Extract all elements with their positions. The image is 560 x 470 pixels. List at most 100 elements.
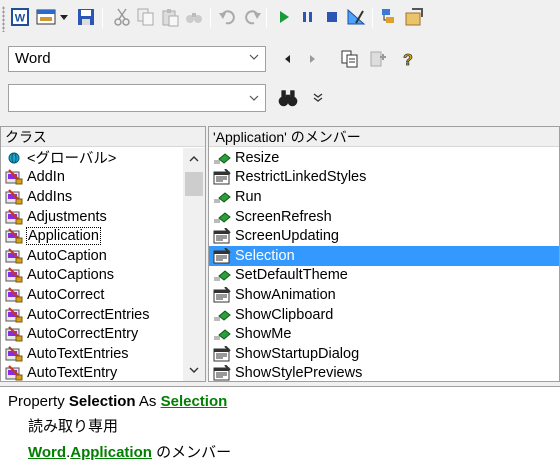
right-arrow-icon — [310, 55, 315, 63]
dropdown-arrow-icon[interactable] — [56, 5, 72, 29]
toggle-search-results-button[interactable] — [308, 88, 328, 108]
member-item[interactable]: Resize — [209, 148, 559, 168]
class-item[interactable]: AutoCaption — [1, 246, 181, 266]
class-item-label: AddIns — [27, 188, 73, 205]
globe-icon — [8, 152, 20, 164]
find-icon[interactable] — [182, 5, 206, 29]
class-item[interactable]: <グローバル> — [1, 148, 181, 168]
copy-to-clipboard-button[interactable] — [338, 47, 362, 71]
scroll-down-button[interactable] — [183, 361, 205, 379]
cut-icon[interactable] — [110, 5, 134, 29]
member-kind: Property — [8, 393, 65, 410]
copy-icon[interactable] — [134, 5, 158, 29]
property-icon — [213, 286, 231, 303]
scroll-up-button[interactable] — [183, 150, 205, 168]
search-button[interactable] — [276, 86, 300, 110]
method-icon — [214, 211, 231, 223]
class-item-label: Application — [26, 227, 101, 246]
member-item[interactable]: Run — [209, 187, 559, 207]
member-of-line: Word.Application のメンバー — [28, 441, 231, 462]
class-icon — [5, 189, 23, 205]
member-item[interactable]: ScreenRefresh — [209, 207, 559, 227]
back-button[interactable] — [278, 48, 298, 70]
classes-pane: クラス <グローバル> AddIn AddIns Adjustments Applica… — [0, 126, 206, 382]
member-item-label: ShowClipboard — [235, 306, 334, 323]
chevron-down-icon — [189, 367, 199, 373]
word-icon[interactable]: W — [8, 5, 32, 29]
class-item[interactable]: AddIn — [1, 168, 181, 188]
definition-icon — [370, 51, 386, 67]
class-icon — [5, 247, 23, 264]
property-icon — [213, 169, 231, 185]
member-item-label: SetDefaultTheme — [235, 267, 348, 284]
redo-icon[interactable] — [240, 5, 264, 29]
save-icon[interactable] — [74, 5, 98, 29]
member-signature: Property Selection As Selection — [8, 393, 227, 410]
view-object-icon[interactable] — [34, 5, 58, 29]
paste-icon[interactable] — [158, 5, 182, 29]
property-icon — [213, 345, 231, 362]
help-button[interactable]: ? — [396, 47, 420, 71]
class-item[interactable]: AutoCorrectEntries — [1, 305, 181, 325]
chevron-down-icon — [249, 54, 259, 60]
classes-scrollbar[interactable] — [183, 148, 205, 381]
class-item-label: AutoCaptions — [27, 267, 115, 284]
type-link[interactable]: Selection — [161, 393, 228, 410]
class-item-label: Adjustments — [27, 208, 107, 225]
member-item[interactable]: ShowStylePreviews — [209, 364, 559, 382]
class-item-label: <グローバル> — [27, 151, 117, 168]
reset-icon[interactable] — [320, 5, 344, 29]
class-icon — [5, 169, 23, 185]
class-item[interactable]: AutoCorrect — [1, 285, 181, 305]
member-item-label: Run — [235, 188, 262, 205]
library-link[interactable]: Word — [28, 444, 66, 461]
project-explorer-icon[interactable] — [378, 5, 402, 29]
member-item-label: Selection — [235, 247, 295, 264]
forward-button[interactable] — [302, 48, 322, 70]
members-header: 'Application' のメンバー — [209, 127, 559, 147]
class-item-label: AutoCorrectEntries — [27, 306, 150, 323]
class-icon — [5, 306, 23, 323]
library-combo[interactable]: Word — [8, 46, 266, 72]
properties-icon[interactable] — [402, 5, 426, 29]
class-item[interactable]: AutoTextEntries — [1, 344, 181, 364]
class-icon — [5, 345, 23, 362]
double-chevron-down-icon — [313, 93, 323, 102]
undo-icon[interactable] — [216, 5, 240, 29]
class-icon — [5, 365, 23, 381]
members-pane: 'Application' のメンバー Resize RestrictLinked… — [208, 126, 560, 382]
view-definition-button[interactable] — [366, 47, 390, 71]
class-item[interactable]: AutoTextEntry — [1, 364, 181, 381]
break-icon[interactable] — [296, 5, 320, 29]
scroll-thumb[interactable] — [185, 172, 203, 196]
class-item[interactable]: Adjustments — [1, 207, 181, 227]
member-item-label: ShowMe — [235, 326, 292, 343]
class-item[interactable]: AutoCaptions — [1, 266, 181, 286]
member-name: Selection — [68, 393, 136, 410]
member-item[interactable]: ShowMe — [209, 324, 559, 344]
search-combo[interactable] — [8, 84, 266, 112]
member-item-label: ScreenRefresh — [235, 208, 332, 225]
property-icon — [213, 365, 231, 381]
svg-text:?: ? — [403, 52, 413, 69]
method-icon — [214, 153, 231, 164]
member-item[interactable]: RestrictLinkedStyles — [209, 168, 559, 188]
member-item-label: ShowStylePreviews — [235, 365, 363, 382]
member-item[interactable]: ShowAnimation — [209, 285, 559, 305]
property-icon — [213, 228, 231, 244]
member-item[interactable]: SetDefaultTheme — [209, 266, 559, 286]
method-icon — [214, 270, 231, 282]
member-item[interactable]: Selection — [209, 245, 559, 266]
member-item[interactable]: ScreenUpdating — [209, 226, 559, 246]
class-item[interactable]: AutoCorrectEntry — [1, 324, 181, 344]
class-link[interactable]: Application — [70, 444, 152, 461]
class-item[interactable]: Application — [1, 226, 181, 246]
run-icon[interactable] — [272, 5, 296, 29]
design-mode-icon[interactable] — [344, 5, 368, 29]
toolbar-grip[interactable] — [2, 6, 5, 32]
member-item-label: Resize — [235, 149, 280, 166]
class-item[interactable]: AddIns — [1, 187, 181, 207]
member-of-text: のメンバー — [156, 444, 232, 461]
member-item[interactable]: ShowStartupDialog — [209, 344, 559, 364]
member-item[interactable]: ShowClipboard — [209, 305, 559, 325]
